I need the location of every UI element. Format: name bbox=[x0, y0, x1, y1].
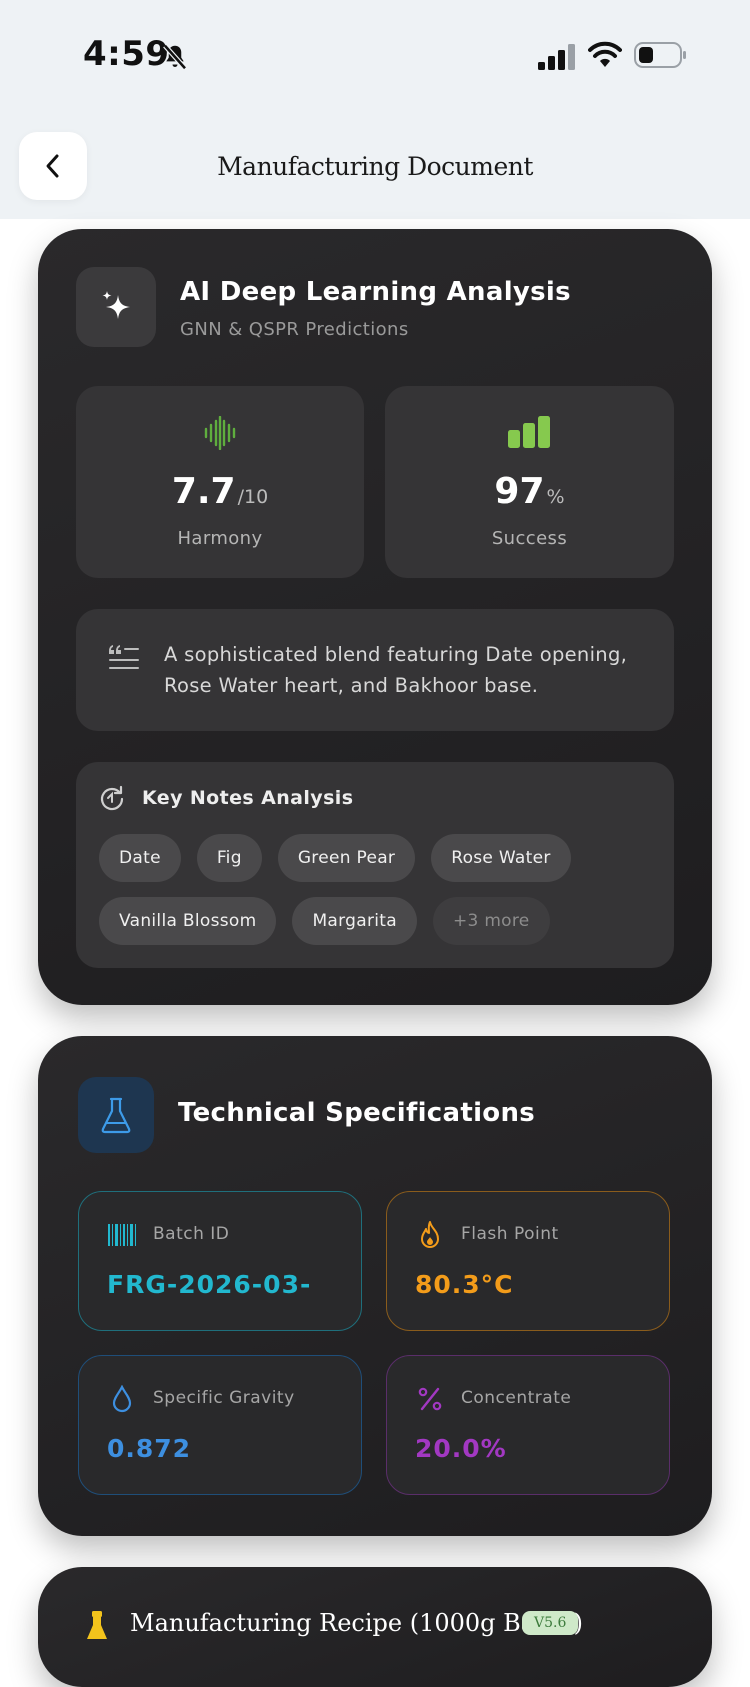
flash-point-label: Flash Point bbox=[461, 1224, 559, 1244]
harmony-label: Harmony bbox=[177, 528, 263, 549]
flask-icon bbox=[78, 1077, 154, 1153]
success-score: 97% bbox=[494, 471, 565, 512]
batch-id-label: Batch ID bbox=[153, 1224, 230, 1244]
key-notes-box: Key Notes Analysis Date Fig Green Pear R… bbox=[76, 762, 674, 968]
waveform-icon bbox=[204, 416, 236, 450]
note-chips: Date Fig Green Pear Rose Water Vanilla B… bbox=[99, 834, 679, 945]
sparkles-icon bbox=[76, 267, 156, 347]
concentrate-value: 20.0% bbox=[415, 1434, 507, 1463]
ai-analysis-subtitle: GNN & QSPR Predictions bbox=[180, 319, 409, 340]
concentrate-tile: Concentrate 20.0% bbox=[386, 1355, 670, 1495]
note-chip[interactable]: Vanilla Blossom bbox=[99, 897, 277, 945]
batch-id-tile: Batch ID FRG-2026-03- bbox=[78, 1191, 362, 1331]
harmony-score: 7.7/10 bbox=[171, 471, 269, 512]
flash-point-tile: Flash Point 80.3°C bbox=[386, 1191, 670, 1331]
key-notes-title: Key Notes Analysis bbox=[142, 787, 354, 809]
quote-icon bbox=[109, 645, 139, 669]
droplet-icon bbox=[107, 1384, 137, 1414]
recipe-title: Manufacturing Recipe (1000g Batch) bbox=[130, 1609, 583, 1637]
more-notes-chip[interactable]: +3 more bbox=[432, 897, 550, 945]
flash-point-value: 80.3°C bbox=[415, 1270, 514, 1299]
vial-icon bbox=[87, 1611, 107, 1639]
specific-gravity-value: 0.872 bbox=[107, 1434, 192, 1463]
version-badge: V5.6 bbox=[522, 1611, 579, 1635]
description-text: A sophisticated blend featuring Date ope… bbox=[164, 643, 628, 697]
wifi-icon bbox=[588, 41, 622, 67]
flame-icon bbox=[415, 1220, 445, 1250]
note-chip[interactable]: Rose Water bbox=[431, 834, 571, 882]
silent-mode-icon bbox=[163, 44, 187, 70]
barcode-icon bbox=[107, 1220, 137, 1250]
tech-specs-card: Technical Specifications Batch ID FRG-20… bbox=[38, 1036, 712, 1536]
signal-icon bbox=[538, 44, 575, 70]
specific-gravity-label: Specific Gravity bbox=[153, 1388, 295, 1408]
battery-icon bbox=[634, 42, 686, 68]
ai-analysis-card: AI Deep Learning Analysis GNN & QSPR Pre… bbox=[38, 229, 712, 1005]
note-chip[interactable]: Margarita bbox=[292, 897, 417, 945]
success-tile: 97% Success bbox=[385, 386, 674, 578]
note-chip[interactable]: Green Pear bbox=[277, 834, 416, 882]
note-chip[interactable]: Fig bbox=[196, 834, 262, 882]
ai-analysis-title: AI Deep Learning Analysis bbox=[180, 277, 571, 307]
note-chip[interactable]: Date bbox=[99, 834, 181, 882]
tech-specs-title: Technical Specifications bbox=[178, 1098, 536, 1128]
harmony-tile: 7.7/10 Harmony bbox=[76, 386, 364, 578]
specific-gravity-tile: Specific Gravity 0.872 bbox=[78, 1355, 362, 1495]
success-label: Success bbox=[491, 528, 568, 549]
percent-icon bbox=[415, 1384, 445, 1414]
page-title: Manufacturing Document bbox=[217, 152, 533, 181]
batch-id-value: FRG-2026-03- bbox=[107, 1270, 312, 1299]
refresh-icon bbox=[100, 785, 124, 811]
concentrate-label: Concentrate bbox=[461, 1388, 572, 1408]
status-bar: 4:59 Manufacturing Document bbox=[0, 0, 750, 219]
status-time: 4:59 bbox=[83, 34, 170, 74]
bar-chart-icon bbox=[507, 416, 550, 448]
description-box: A sophisticated blend featuring Date ope… bbox=[76, 609, 674, 731]
recipe-card: Manufacturing Recipe (1000g Batch) V5.6 bbox=[38, 1567, 712, 1687]
